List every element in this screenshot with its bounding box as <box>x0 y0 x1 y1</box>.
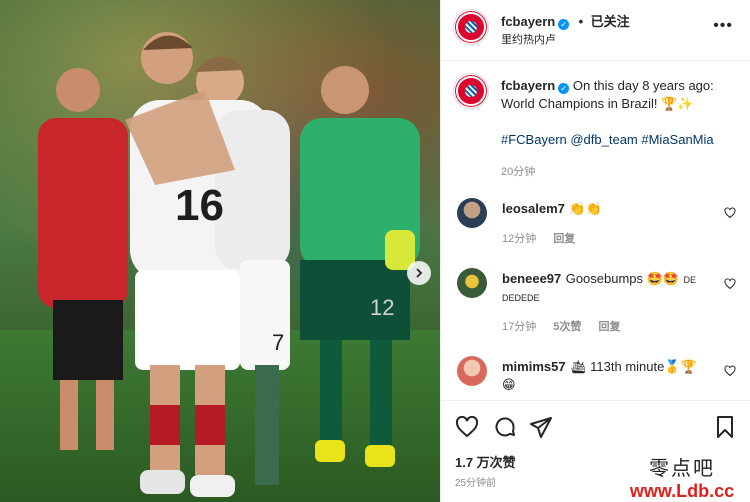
post-header: fcbayern ✓ • 已关注 里约热内卢 ••• <box>441 0 750 61</box>
commenter-avatar[interactable] <box>457 356 487 386</box>
caption-username[interactable]: fcbayern <box>501 78 555 93</box>
commenter-username[interactable]: mimims57 <box>502 359 566 374</box>
author-username[interactable]: fcbayern <box>501 14 555 29</box>
heart-icon[interactable] <box>724 207 736 219</box>
share-icon[interactable] <box>529 415 553 439</box>
reply-button[interactable]: 回复 <box>599 321 621 333</box>
caption-time: 20分钟 <box>501 166 536 178</box>
commenter-username[interactable]: leosalem7 <box>502 201 565 216</box>
celebrating-players: 16 7 <box>95 20 310 502</box>
comment-icon[interactable] <box>493 415 517 439</box>
reply-button[interactable]: 回复 <box>553 233 575 245</box>
watermark-cn-text: 零点吧 <box>649 456 715 480</box>
commenter-avatar[interactable] <box>457 198 487 228</box>
heart-icon[interactable] <box>724 278 736 290</box>
comment-text: 🛳 113th minute🥇🏆 <box>570 359 697 374</box>
caption-hashtags[interactable]: #FCBayern @dfb_team #MiaSanMia <box>501 131 714 149</box>
author-avatar[interactable] <box>453 9 489 45</box>
post-photo[interactable]: 12 16 7 <box>0 0 440 502</box>
comment-time: 17分钟 <box>502 321 537 333</box>
comment-text: 👏👏 <box>569 201 602 216</box>
keeper-number: 12 <box>370 295 394 320</box>
post-side-panel: fcbayern ✓ • 已关注 里约热内卢 ••• fcbayern ✓ On t… <box>440 0 750 502</box>
fc-bayern-logo-small <box>456 76 486 106</box>
heart-icon[interactable] <box>724 365 736 377</box>
likes-count[interactable]: 1.7 万次赞 <box>455 452 516 471</box>
caption-author-avatar[interactable] <box>453 73 489 109</box>
jersey-number-7: 7 <box>272 330 284 355</box>
bookmark-icon[interactable] <box>713 415 737 439</box>
verified-badge-icon: ✓ <box>558 83 570 94</box>
verified-badge-icon: ✓ <box>558 19 570 30</box>
chevron-right-icon <box>416 268 423 278</box>
follow-status-button[interactable]: 已关注 <box>591 14 630 29</box>
more-options-icon[interactable]: ••• <box>713 17 733 35</box>
post-timestamp[interactable]: 25分钟前 <box>455 474 496 489</box>
watermark-url: www.Ldb.cc <box>629 481 735 501</box>
commenter-username[interactable]: beneee97 <box>502 271 561 286</box>
comment-time: 12分钟 <box>502 233 537 245</box>
carousel-next-button[interactable] <box>407 261 431 285</box>
comment-extra-text: 😁 <box>502 377 516 392</box>
post-location[interactable]: 里约热内卢 <box>501 31 556 47</box>
fc-bayern-logo <box>456 12 486 42</box>
comment-text: Goosebumps 🤩🤩 <box>565 271 680 286</box>
comment-likes-count[interactable]: 5次赞 <box>553 321 581 333</box>
jersey-number-16: 16 <box>175 181 224 230</box>
site-watermark: 零点吧 www.Ldb.cc <box>618 452 746 502</box>
commenter-avatar[interactable] <box>457 268 487 298</box>
heart-icon[interactable] <box>455 415 479 439</box>
